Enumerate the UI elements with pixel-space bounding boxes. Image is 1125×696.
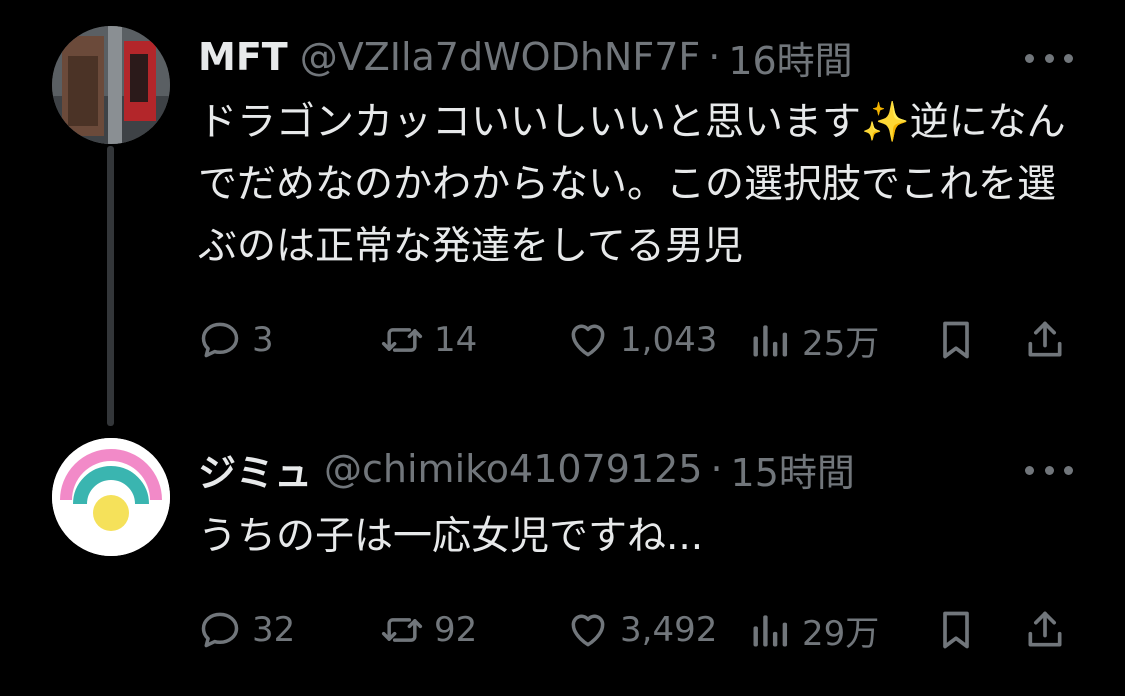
more-options-button[interactable] [1025, 38, 1073, 78]
bar-chart-icon [753, 325, 788, 357]
timestamp[interactable]: 16時間 [728, 30, 852, 85]
bookmark-icon [943, 611, 969, 649]
sparkles-icon: ✨ [861, 100, 910, 145]
dot-icon [1044, 465, 1054, 475]
rainbow-avatar-icon [52, 438, 170, 556]
reply-icon [201, 612, 239, 648]
view-count: 29万 [802, 613, 880, 654]
action-bar: 3 14 1,043 25万 [198, 315, 1078, 365]
thread-line [107, 146, 114, 426]
like-count: 3,492 [620, 610, 718, 650]
reply-count: 3 [252, 320, 274, 360]
bookmark-icon [943, 321, 969, 359]
separator-dot: · [708, 35, 721, 79]
share-icon [1028, 321, 1062, 357]
avatar[interactable] [52, 438, 170, 556]
share-icon [1028, 611, 1062, 647]
action-bar: 32 92 3,492 29万 [198, 605, 1078, 655]
views-button[interactable]: 29万 [748, 605, 879, 655]
photo-avatar-icon [52, 26, 170, 144]
heart-icon [571, 614, 605, 647]
tweet-header: MFT @VZIla7dWODhNF7F · 16時間 [198, 30, 853, 85]
bar-chart-icon [753, 615, 788, 647]
dot-icon [1025, 53, 1034, 63]
tweet-1[interactable]: MFT @VZIla7dWODhNF7F · 16時間 ドラゴンカッコいいしいい… [0, 0, 1125, 430]
repost-button[interactable]: 92 [380, 605, 477, 655]
repost-count: 14 [434, 320, 478, 360]
bookmark-button[interactable] [934, 605, 978, 655]
repost-button[interactable]: 14 [380, 315, 477, 365]
dot-icon [1025, 465, 1034, 475]
display-name[interactable]: MFT [198, 35, 288, 79]
like-button[interactable]: 3,492 [566, 605, 717, 655]
reply-icon [201, 322, 239, 358]
like-button[interactable]: 1,043 [566, 315, 717, 365]
reply-button[interactable]: 32 [198, 605, 295, 655]
handle[interactable]: @chimiko41079125 [324, 447, 702, 491]
like-count: 1,043 [620, 320, 718, 360]
tweet-text-part-1: うちの子は一応女児ですね... [198, 514, 704, 559]
view-count: 25万 [802, 323, 880, 364]
reply-count: 32 [252, 610, 296, 650]
repost-count: 92 [434, 610, 478, 650]
timestamp[interactable]: 15時間 [731, 442, 855, 497]
handle[interactable]: @VZIla7dWODhNF7F [300, 35, 701, 79]
reply-button[interactable]: 3 [198, 315, 274, 365]
separator-dot: · [710, 447, 723, 491]
repost-icon [381, 328, 423, 352]
dot-icon [1064, 465, 1073, 475]
views-button[interactable]: 25万 [748, 315, 879, 365]
display-name[interactable]: ジミュ [198, 442, 312, 497]
share-button[interactable] [1023, 605, 1067, 655]
dot-icon [1044, 53, 1054, 63]
tweet-2[interactable]: ジミュ @chimiko41079125 · 15時間 うちの子は一応女児ですね… [0, 430, 1125, 696]
bookmark-button[interactable] [934, 315, 978, 365]
tweet-text-part-1: ドラゴンカッコいいしいいと思います [198, 100, 862, 145]
tweet-text: ドラゴンカッコいいしいいと思います✨逆になんでだめなのかわからない。この選択肢で… [198, 92, 1068, 278]
dot-icon [1064, 53, 1073, 63]
tweet-header: ジミュ @chimiko41079125 · 15時間 [198, 442, 855, 497]
avatar[interactable] [52, 26, 170, 144]
more-options-button[interactable] [1025, 450, 1073, 490]
repost-icon [381, 618, 423, 642]
share-button[interactable] [1023, 315, 1067, 365]
tweet-text: うちの子は一応女児ですね... [198, 506, 1068, 568]
heart-icon [571, 324, 605, 357]
